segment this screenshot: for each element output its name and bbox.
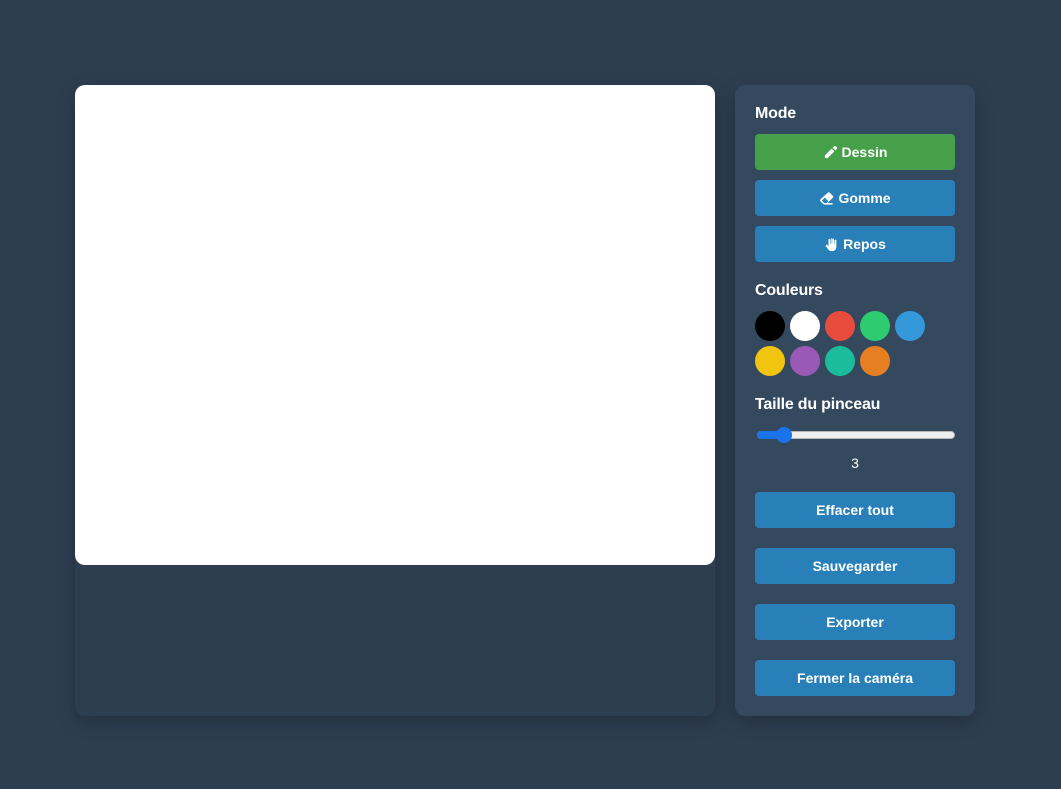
pencil-icon (823, 145, 838, 160)
clear-all-button[interactable]: Effacer tout (755, 492, 955, 528)
slider-thumb[interactable] (776, 427, 793, 443)
draw-mode-button[interactable]: Dessin (755, 134, 955, 170)
color-swatch-green[interactable] (860, 311, 890, 341)
control-panel: Mode Dessin Gomme Repos Couleurs Taille … (735, 85, 975, 716)
color-swatch-blue[interactable] (895, 311, 925, 341)
mode-title: Mode (755, 105, 796, 122)
color-swatch-purple[interactable] (790, 346, 820, 376)
drawing-canvas[interactable] (75, 85, 715, 565)
color-swatch-red[interactable] (825, 311, 855, 341)
color-swatch-black[interactable] (755, 311, 785, 341)
color-swatch-white[interactable] (790, 311, 820, 341)
colors-title: Couleurs (755, 282, 823, 299)
close-camera-button[interactable]: Fermer la caméra (755, 660, 955, 696)
eraser-mode-button[interactable]: Gomme (755, 180, 955, 216)
export-button[interactable]: Exporter (755, 604, 955, 640)
rest-mode-label: Repos (843, 236, 886, 252)
canvas-area (75, 85, 715, 716)
eraser-mode-label: Gomme (838, 190, 891, 206)
hand-icon (824, 237, 839, 252)
app: Mode Dessin Gomme Repos Couleurs Taille … (75, 85, 975, 716)
draw-mode-label: Dessin (841, 144, 888, 160)
eraser-icon (819, 191, 834, 206)
brush-size-value: 3 (851, 455, 859, 471)
color-swatch-teal[interactable] (825, 346, 855, 376)
brush-size-title: Taille du pinceau (755, 396, 881, 413)
color-swatch-yellow[interactable] (755, 346, 785, 376)
brush-size-slider[interactable] (755, 425, 957, 445)
color-swatch-orange[interactable] (860, 346, 890, 376)
save-button[interactable]: Sauvegarder (755, 548, 955, 584)
rest-mode-button[interactable]: Repos (755, 226, 955, 262)
